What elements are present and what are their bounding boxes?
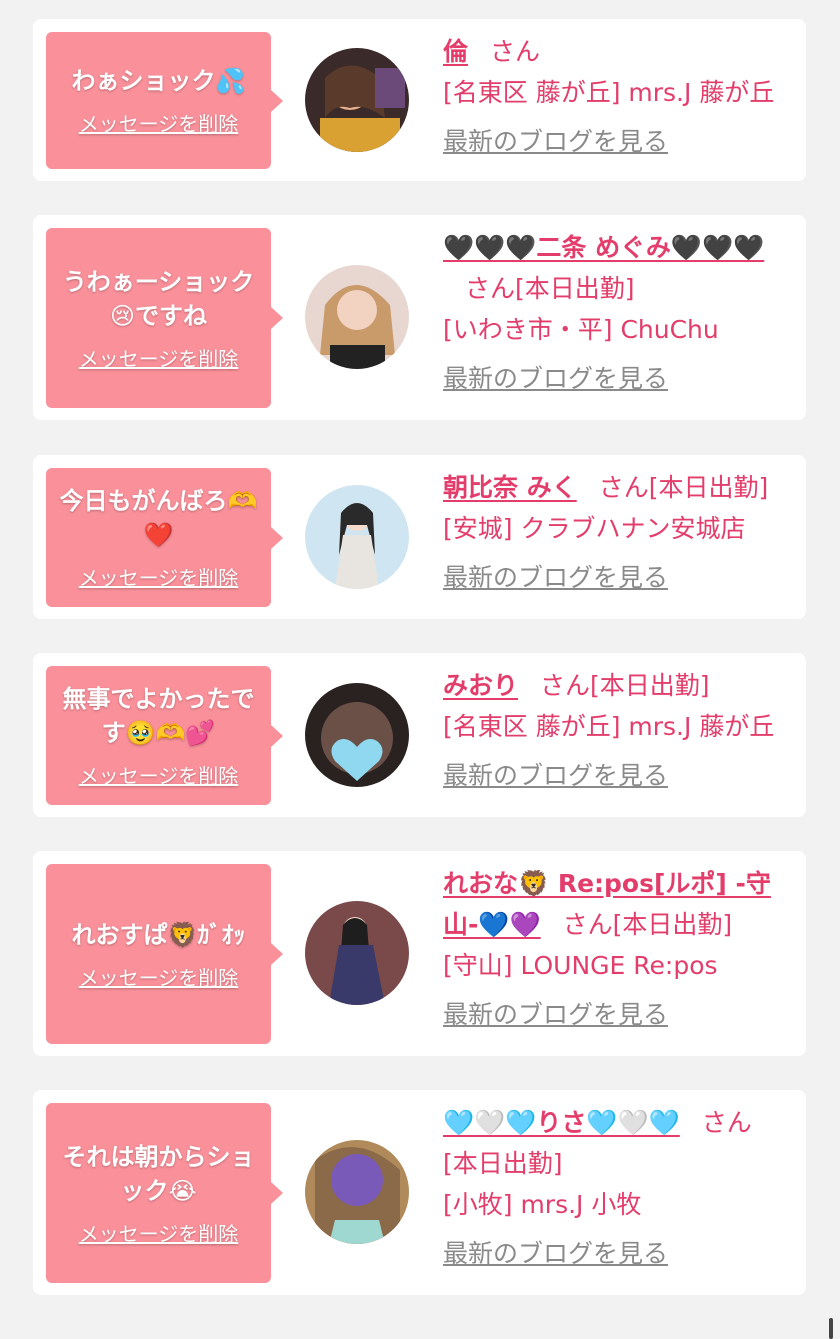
- cast-info: れおな🦁 Re:pos[ルポ] -守山-💙💜 さん[本日出勤] [守山] LOUN…: [443, 863, 801, 1035]
- avatar[interactable]: [305, 265, 409, 369]
- delete-message-link[interactable]: メッセージを削除: [79, 1218, 239, 1247]
- message-bubble: れおすぱ🦁ｶﾞｵｯ メッセージを削除: [46, 864, 283, 1044]
- cast-name-link[interactable]: 倫: [443, 37, 468, 66]
- avatar[interactable]: [305, 901, 409, 1005]
- latest-blog-link[interactable]: 最新のブログを見る: [443, 121, 801, 162]
- work-status: [本日出勤]: [612, 910, 733, 939]
- san-label: さん: [540, 671, 591, 700]
- delete-message-link[interactable]: メッセージを削除: [79, 562, 239, 591]
- message-card: わぁショック💦 メッセージを削除 倫さん [名東区 藤が丘] mrs.J 藤が丘…: [33, 19, 806, 181]
- message-text: それは朝からショック😭: [62, 1142, 255, 1205]
- cast-info: 朝比奈 みく さん[本日出勤] [安城] クラブハナン安城店 最新のブログを見る: [443, 467, 801, 598]
- work-status: [本日出勤]: [590, 671, 710, 700]
- message-bubble: それは朝からショック😭 メッセージを削除: [46, 1103, 283, 1283]
- message-bubble: うわぁーショック😢ですね メッセージを削除: [46, 228, 283, 408]
- latest-blog-link[interactable]: 最新のブログを見る: [443, 994, 801, 1035]
- cast-info: 🖤🖤🖤二条 めぐみ🖤🖤🖤 さん[本日出勤] [いわき市・平] ChuChu 最新の…: [443, 227, 801, 399]
- cast-name-link[interactable]: 🩵🤍🩵りさ🩵🤍🩵: [443, 1108, 680, 1137]
- message-bubble: わぁショック💦 メッセージを削除: [46, 32, 283, 169]
- latest-blog-link[interactable]: 最新のブログを見る: [443, 1233, 801, 1274]
- message-card: れおすぱ🦁ｶﾞｵｯ メッセージを削除 れおな🦁 Re:pos[ルポ] -守山-💙…: [33, 851, 806, 1056]
- message-text: 無事でよかったです🥹🫶💕: [62, 685, 255, 747]
- delete-message-link[interactable]: メッセージを削除: [79, 760, 239, 789]
- latest-blog-link[interactable]: 最新のブログを見る: [443, 755, 801, 796]
- cast-name-link[interactable]: 朝比奈 みく: [443, 473, 577, 502]
- cast-name-link[interactable]: 🖤🖤🖤二条 めぐみ🖤🖤🖤: [443, 233, 764, 262]
- san-label: さん: [598, 473, 649, 502]
- san-label: さん: [490, 37, 541, 66]
- avatar[interactable]: [305, 485, 409, 589]
- work-status: [本日出勤]: [648, 473, 769, 502]
- shop-name: [守山] LOUNGE Re:pos: [443, 951, 718, 980]
- shop-name: [名東区 藤が丘] mrs.J 藤が丘: [443, 78, 775, 107]
- shop-name: [いわき市・平] ChuChu: [443, 315, 719, 344]
- delete-message-link[interactable]: メッセージを削除: [79, 343, 239, 372]
- avatar[interactable]: [305, 48, 409, 152]
- scrollbar[interactable]: [829, 1318, 833, 1339]
- delete-message-link[interactable]: メッセージを削除: [79, 108, 239, 137]
- avatar[interactable]: [305, 1140, 409, 1244]
- work-status: [本日出勤]: [443, 1149, 563, 1178]
- san-label: さん: [465, 274, 516, 303]
- avatar[interactable]: [305, 683, 409, 787]
- message-text: 今日もがんばろ🫶❤️: [59, 487, 258, 549]
- cast-name-link[interactable]: みおり: [443, 671, 518, 700]
- san-label: さん: [562, 910, 613, 939]
- san-label: さん: [701, 1108, 752, 1137]
- message-card: それは朝からショック😭 メッセージを削除 🩵🤍🩵りさ🩵🤍🩵 さん [本日出勤] […: [33, 1090, 806, 1295]
- message-text: うわぁーショック😢ですね: [62, 267, 255, 330]
- message-card: 今日もがんばろ🫶❤️ メッセージを削除 朝比奈 みく さん[本日出勤] [安城] …: [33, 455, 806, 619]
- latest-blog-link[interactable]: 最新のブログを見る: [443, 358, 801, 399]
- work-status: [本日出勤]: [515, 274, 635, 303]
- cast-info: みおり さん[本日出勤] [名東区 藤が丘] mrs.J 藤が丘 最新のブログを見…: [443, 665, 801, 796]
- message-bubble: 今日もがんばろ🫶❤️ メッセージを削除: [46, 468, 283, 607]
- message-card: うわぁーショック😢ですね メッセージを削除 🖤🖤🖤二条 めぐみ🖤🖤🖤 さん[本日出…: [33, 215, 806, 420]
- delete-message-link[interactable]: メッセージを削除: [79, 962, 239, 991]
- message-text: わぁショック💦: [71, 67, 246, 95]
- message-card: 無事でよかったです🥹🫶💕 メッセージを削除 みおり さん[本日出勤] [名東区 藤…: [33, 653, 806, 817]
- cast-info: 倫さん [名東区 藤が丘] mrs.J 藤が丘 最新のブログを見る: [443, 31, 801, 162]
- message-bubble: 無事でよかったです🥹🫶💕 メッセージを削除: [46, 666, 283, 805]
- latest-blog-link[interactable]: 最新のブログを見る: [443, 557, 801, 598]
- shop-name: [小牧] mrs.J 小牧: [443, 1190, 642, 1219]
- shop-name: [安城] クラブハナン安城店: [443, 514, 746, 543]
- message-text: れおすぱ🦁ｶﾞｵｯ: [71, 920, 246, 949]
- shop-name: [名東区 藤が丘] mrs.J 藤が丘: [443, 712, 775, 741]
- cast-info: 🩵🤍🩵りさ🩵🤍🩵 さん [本日出勤] [小牧] mrs.J 小牧 最新のブログを見…: [443, 1102, 801, 1274]
